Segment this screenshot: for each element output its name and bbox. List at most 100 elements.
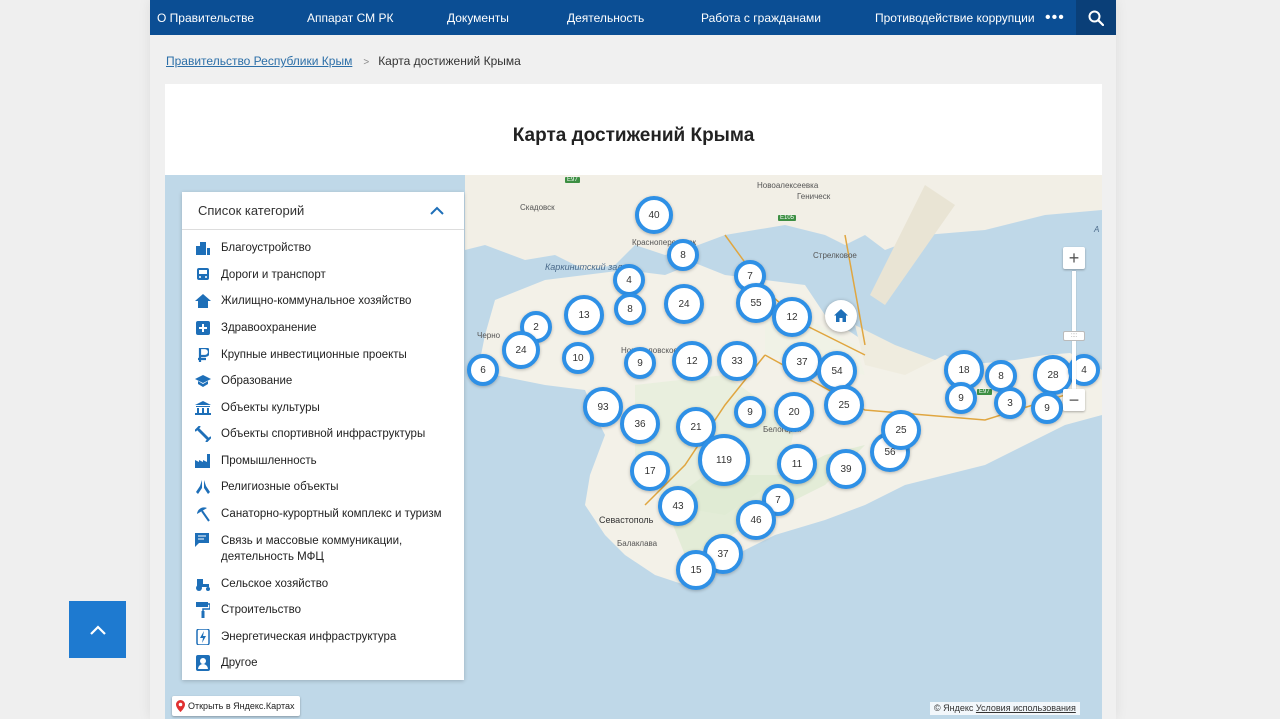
- road-label-e97: E97: [565, 177, 580, 183]
- zoom-control: + :::: −: [1063, 247, 1085, 411]
- map-cluster[interactable]: 24: [664, 284, 704, 324]
- map-pin-icon: [176, 700, 185, 712]
- map-cluster[interactable]: 17: [630, 451, 670, 491]
- search-icon: [1088, 10, 1104, 26]
- nav-item-activity[interactable]: Деятельность: [567, 11, 644, 25]
- zoom-out-button[interactable]: −: [1063, 389, 1085, 411]
- map-cluster[interactable]: 36: [620, 404, 660, 444]
- nav-item-anticorruption[interactable]: Противодействие коррупции: [875, 11, 1035, 25]
- praying-hands-icon: [194, 479, 212, 495]
- map-cluster[interactable]: 33: [717, 341, 757, 381]
- map-cluster[interactable]: 25: [824, 385, 864, 425]
- map-label-skadovsk: Скадовск: [520, 203, 555, 212]
- map-cluster[interactable]: 3: [994, 387, 1026, 419]
- breadcrumb-current: Карта достижений Крыма: [378, 54, 521, 68]
- map-cluster[interactable]: 39: [826, 449, 866, 489]
- category-panel-title: Список категорий: [198, 203, 305, 218]
- map-label-balaklava: Балаклава: [617, 539, 658, 548]
- medical-cross-icon: [194, 320, 212, 336]
- top-navigation: О Правительстве Аппарат СМ РК Документы …: [150, 0, 1116, 35]
- category-item-industry[interactable]: Промышленность: [194, 453, 317, 469]
- search-button[interactable]: [1076, 0, 1116, 35]
- map-cluster[interactable]: 9: [945, 382, 977, 414]
- map-cluster[interactable]: 9: [624, 347, 656, 379]
- map-cluster[interactable]: 40: [635, 196, 673, 234]
- home-button[interactable]: [825, 300, 857, 332]
- map-cluster[interactable]: 6: [467, 354, 499, 386]
- map-cluster[interactable]: 55: [736, 283, 776, 323]
- open-in-yandex-label: Открыть в Яндекс.Картах: [188, 701, 295, 711]
- map-cluster[interactable]: 4: [613, 264, 645, 296]
- scroll-to-top-button[interactable]: [69, 601, 126, 658]
- road-label-e105: E105: [778, 215, 797, 221]
- category-panel-header[interactable]: Список категорий: [182, 192, 464, 230]
- category-item-sport[interactable]: Объекты спортивной инфраструктуры: [194, 426, 425, 442]
- nav-item-government[interactable]: О Правительстве: [157, 11, 254, 25]
- map-cluster[interactable]: 37: [782, 342, 822, 382]
- category-item-housing[interactable]: Жилищно-коммунальное хозяйство: [194, 293, 411, 309]
- map-cluster[interactable]: 25: [881, 410, 921, 450]
- terms-link[interactable]: Условия использования: [976, 703, 1076, 713]
- nav-item-documents[interactable]: Документы: [447, 11, 509, 25]
- buildings-icon: [194, 240, 212, 256]
- museum-icon: [194, 400, 212, 416]
- category-panel: Список категорий Благоустройство Дороги …: [182, 192, 464, 680]
- map-label-novoalekseevka: Новоалексеевка: [757, 181, 819, 190]
- map-label-cherno: Черно: [477, 331, 501, 340]
- map-cluster[interactable]: 8: [667, 239, 699, 271]
- map-cluster[interactable]: 43: [658, 486, 698, 526]
- open-in-yandex-button[interactable]: Открыть в Яндекс.Картах: [172, 696, 301, 716]
- more-menu-icon[interactable]: •••: [1045, 9, 1065, 27]
- map-label-sevastopol: Севастополь: [599, 515, 654, 525]
- map-cluster[interactable]: 11: [777, 444, 817, 484]
- zoom-slider-handle[interactable]: ::::: [1063, 331, 1085, 341]
- category-item-agriculture[interactable]: Сельское хозяйство: [194, 576, 328, 592]
- map-cluster[interactable]: 15: [676, 550, 716, 590]
- category-item-tourism[interactable]: Санаторно-курортный комплекс и туризм: [194, 506, 442, 522]
- category-item-culture[interactable]: Объекты культуры: [194, 400, 320, 416]
- breadcrumb: Правительство Республики Крым > Карта дост…: [166, 54, 521, 68]
- road-label-e97-east: E97: [977, 389, 992, 395]
- map-cluster[interactable]: 12: [772, 297, 812, 337]
- map-cluster[interactable]: 13: [564, 295, 604, 335]
- ruble-icon: [194, 347, 212, 363]
- category-item-communications[interactable]: Связь и массовые коммуникации, деятельно…: [194, 533, 444, 565]
- map-cluster[interactable]: 9: [1031, 392, 1063, 424]
- achievements-map[interactable]: Новоалексеевка Геническ Скадовск Стрелко…: [165, 175, 1102, 719]
- category-item-education[interactable]: Образование: [194, 373, 292, 389]
- category-item-other[interactable]: Другое: [194, 655, 258, 671]
- map-cluster[interactable]: 8: [614, 293, 646, 325]
- nav-item-citizens[interactable]: Работа с гражданами: [701, 11, 821, 25]
- graduation-cap-icon: [194, 373, 212, 389]
- map-cluster[interactable]: 9: [734, 396, 766, 428]
- map-cluster[interactable]: 10: [562, 342, 594, 374]
- map-cluster[interactable]: 119: [698, 434, 750, 486]
- house-icon: [194, 293, 212, 309]
- content-card: Карта достижений Крыма Новоалексеевка Ге…: [165, 84, 1102, 719]
- map-cluster[interactable]: 20: [774, 392, 814, 432]
- category-item-religion[interactable]: Религиозные объекты: [194, 479, 339, 495]
- map-copyright: © Яндекс Условия использования: [930, 702, 1080, 715]
- map-cluster[interactable]: 46: [736, 500, 776, 540]
- dumbbell-icon: [194, 426, 212, 442]
- chevron-up-icon: [89, 624, 106, 635]
- paint-roller-icon: [194, 602, 212, 618]
- zoom-in-button[interactable]: +: [1063, 247, 1085, 269]
- bus-icon: [194, 267, 212, 283]
- map-cluster[interactable]: 93: [583, 387, 623, 427]
- page-title: Карта достижений Крыма: [512, 125, 755, 146]
- chat-icon: [194, 533, 212, 549]
- map-cluster[interactable]: 12: [672, 341, 712, 381]
- category-item-construction[interactable]: Строительство: [194, 602, 301, 618]
- category-item-energy[interactable]: Энергетическая инфраструктура: [194, 629, 396, 645]
- category-item-investment[interactable]: Крупные инвестиционные проекты: [194, 347, 407, 363]
- breadcrumb-link-government[interactable]: Правительство Республики Крым: [166, 54, 352, 68]
- map-cluster[interactable]: 24: [502, 331, 540, 369]
- page-container: О Правительстве Аппарат СМ РК Документы …: [150, 0, 1116, 719]
- category-item-roads[interactable]: Дороги и транспорт: [194, 267, 326, 283]
- category-item-healthcare[interactable]: Здравоохранение: [194, 320, 317, 336]
- chevron-up-icon[interactable]: [430, 206, 444, 215]
- person-badge-icon: [194, 655, 212, 671]
- category-item-improvement[interactable]: Благоустройство: [194, 240, 311, 256]
- nav-item-apparatus[interactable]: Аппарат СМ РК: [307, 11, 393, 25]
